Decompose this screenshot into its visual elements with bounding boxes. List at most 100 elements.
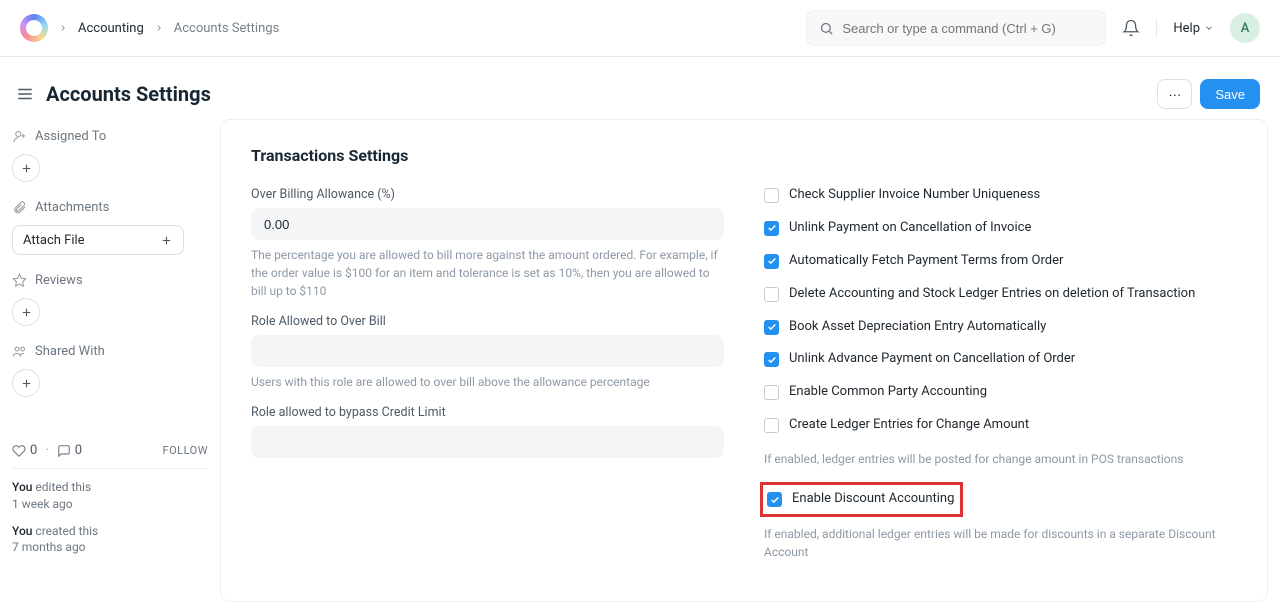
main-content: Transactions Settings Over Billing Allow… — [220, 119, 1268, 602]
menu-toggle-icon[interactable] — [12, 81, 38, 107]
top-navbar: Accounting Accounts Settings Help A — [0, 0, 1280, 57]
over-billing-label: Over Billing Allowance (%) — [251, 187, 724, 202]
checkbox-c2[interactable] — [764, 254, 779, 269]
nav-right: Help A — [806, 10, 1260, 46]
nav-left: Accounting Accounts Settings — [20, 14, 279, 42]
shared-head: Shared With — [12, 344, 208, 359]
checkbox-label-c5: Unlink Advance Payment on Cancellation o… — [789, 351, 1075, 368]
separator-dot: · — [45, 443, 48, 458]
checkbox-row-c6: Enable Common Party Accounting — [764, 384, 1237, 401]
paperclip-icon — [12, 200, 27, 215]
activity-entry: You created this7 months ago — [12, 523, 208, 557]
checkbox-label-c1: Unlink Payment on Cancellation of Invoic… — [789, 220, 1031, 237]
user-avatar[interactable]: A — [1230, 13, 1260, 43]
left-column: Over Billing Allowance (%) The percentag… — [251, 187, 724, 575]
checkbox-row-c8: Enable Discount Accounting — [760, 482, 963, 517]
role-bypass-input[interactable] — [251, 426, 724, 458]
attachments-head: Attachments — [12, 200, 208, 215]
checkbox-c7[interactable] — [764, 418, 779, 433]
form-sidebar: Assigned To Attachments Attach File Revi… — [12, 119, 220, 602]
card-title: Transactions Settings — [251, 146, 1237, 165]
assigned-head: Assigned To — [12, 129, 208, 144]
over-billing-field: Over Billing Allowance (%) The percentag… — [251, 187, 724, 300]
more-menu-button[interactable]: ··· — [1157, 79, 1192, 109]
role-bypass-label: Role allowed to bypass Credit Limit — [251, 405, 724, 420]
add-share-button[interactable] — [12, 369, 40, 397]
checkbox-help-c7: If enabled, ledger entries will be poste… — [764, 450, 1237, 468]
form-columns: Over Billing Allowance (%) The percentag… — [251, 187, 1237, 575]
activity-log: You edited this1 week ago You created thi… — [12, 479, 208, 556]
checkbox-label-c3: Delete Accounting and Stock Ledger Entri… — [789, 286, 1195, 303]
help-dropdown[interactable]: Help — [1173, 21, 1214, 36]
checkbox-label-c8: Enable Discount Accounting — [792, 491, 954, 508]
checkbox-row-c4: Book Asset Depreciation Entry Automatica… — [764, 319, 1237, 336]
page-actions: ··· Save — [1157, 79, 1260, 109]
comment-count: 0 — [75, 443, 82, 458]
add-assignee-button[interactable] — [12, 154, 40, 182]
users-icon — [12, 344, 27, 359]
plus-icon — [160, 234, 173, 247]
checkbox-c5[interactable] — [764, 352, 779, 367]
checkbox-row-c7: Create Ledger Entries for Change Amount — [764, 417, 1237, 434]
comment-icon — [57, 444, 71, 458]
engagement-row: 0 · 0 FOLLOW — [12, 433, 208, 469]
activity-entry: You edited this1 week ago — [12, 479, 208, 513]
checkbox-c3[interactable] — [764, 287, 779, 302]
checkbox-c4[interactable] — [764, 320, 779, 335]
save-button[interactable]: Save — [1200, 79, 1260, 109]
over-billing-help: The percentage you are allowed to bill m… — [251, 246, 724, 300]
add-review-button[interactable] — [12, 298, 40, 326]
reviews-label: Reviews — [35, 273, 83, 288]
chevron-right-icon — [154, 23, 164, 33]
role-over-bill-field: Role Allowed to Over Bill Users with thi… — [251, 314, 724, 391]
checkbox-row-c2: Automatically Fetch Payment Terms from O… — [764, 253, 1237, 270]
checkbox-label-c2: Automatically Fetch Payment Terms from O… — [789, 253, 1063, 270]
chevron-right-icon — [58, 23, 68, 33]
role-over-bill-input[interactable] — [251, 335, 724, 367]
like-button[interactable]: 0 — [12, 443, 37, 458]
reviews-section: Reviews — [12, 273, 208, 326]
follow-button[interactable]: FOLLOW — [163, 444, 208, 457]
checkbox-label-c0: Check Supplier Invoice Number Uniqueness — [789, 187, 1040, 204]
right-column: Check Supplier Invoice Number Uniqueness… — [764, 187, 1237, 575]
attach-file-button[interactable]: Attach File — [12, 225, 184, 255]
divider — [1156, 18, 1157, 38]
chevron-down-icon — [1204, 23, 1214, 33]
page-header: Accounts Settings ··· Save — [0, 57, 1280, 119]
search-icon — [819, 21, 834, 36]
global-search[interactable] — [806, 10, 1106, 46]
page-title: Accounts Settings — [46, 82, 211, 106]
over-billing-input[interactable] — [251, 208, 724, 240]
search-input[interactable] — [842, 21, 1093, 36]
checkbox-row-c5: Unlink Advance Payment on Cancellation o… — [764, 351, 1237, 368]
body-area: Assigned To Attachments Attach File Revi… — [0, 119, 1280, 602]
checkbox-row-c1: Unlink Payment on Cancellation of Invoic… — [764, 220, 1237, 237]
attachments-section: Attachments Attach File — [12, 200, 208, 255]
checkbox-label-c6: Enable Common Party Accounting — [789, 384, 987, 401]
shared-section: Shared With — [12, 344, 208, 397]
bell-icon[interactable] — [1122, 19, 1140, 37]
star-icon — [12, 273, 27, 288]
attachments-label: Attachments — [35, 200, 109, 215]
breadcrumb-root[interactable]: Accounting — [78, 21, 144, 36]
attach-file-label: Attach File — [23, 233, 85, 248]
checkbox-c0[interactable] — [764, 188, 779, 203]
shared-label: Shared With — [35, 344, 105, 359]
assigned-section: Assigned To — [12, 129, 208, 182]
reviews-head: Reviews — [12, 273, 208, 288]
role-bypass-field: Role allowed to bypass Credit Limit — [251, 405, 724, 458]
breadcrumb-current: Accounts Settings — [174, 21, 280, 36]
heart-icon — [12, 444, 26, 458]
checkbox-label-c7: Create Ledger Entries for Change Amount — [789, 417, 1029, 434]
app-logo[interactable] — [20, 14, 48, 42]
role-over-bill-help: Users with this role are allowed to over… — [251, 373, 724, 391]
comments-button[interactable]: 0 — [57, 443, 82, 458]
checkbox-row-c3: Delete Accounting and Stock Ledger Entri… — [764, 286, 1237, 303]
checkbox-row-c0: Check Supplier Invoice Number Uniqueness — [764, 187, 1237, 204]
checkbox-c8[interactable] — [767, 492, 782, 507]
help-label: Help — [1173, 21, 1200, 36]
user-plus-icon — [12, 129, 27, 144]
checkbox-c1[interactable] — [764, 221, 779, 236]
checkbox-c6[interactable] — [764, 385, 779, 400]
role-over-bill-label: Role Allowed to Over Bill — [251, 314, 724, 329]
